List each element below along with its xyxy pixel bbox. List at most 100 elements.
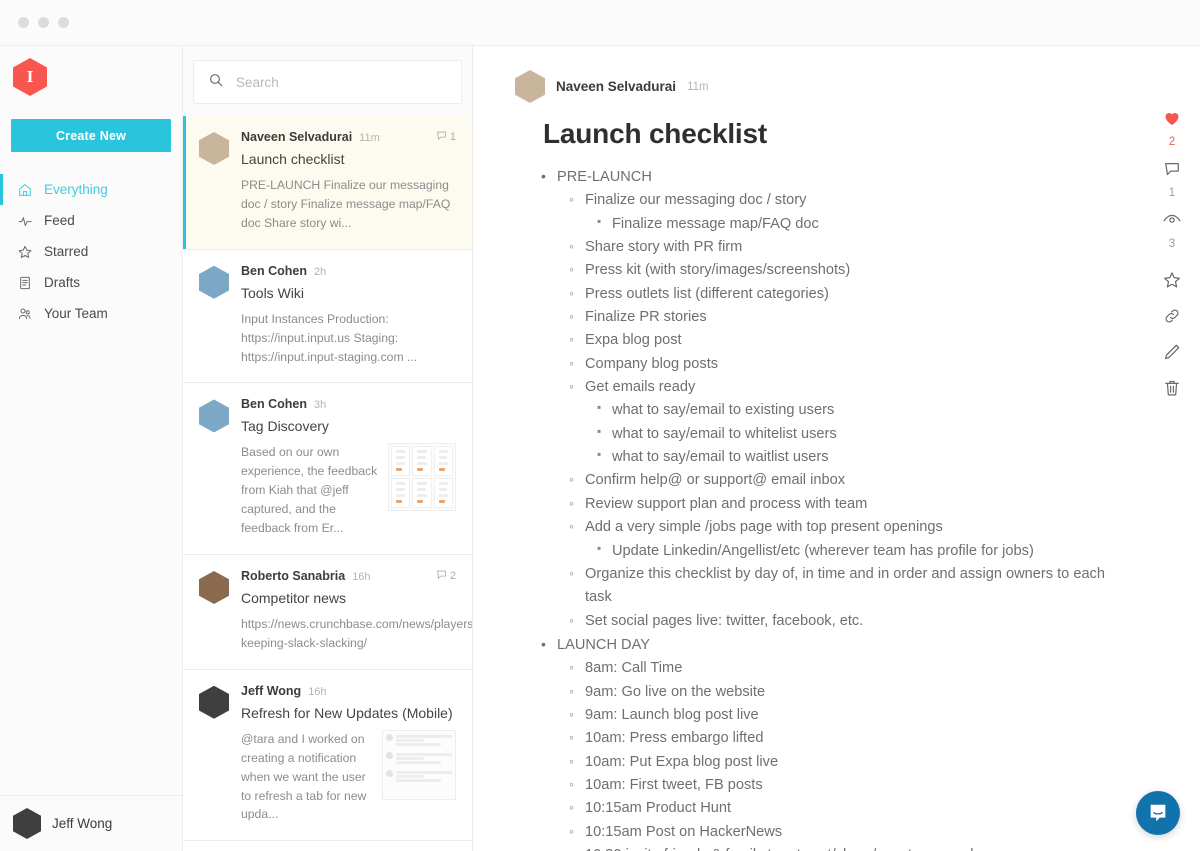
edit-icon [1162,342,1182,367]
outline-item-text: Press kit (with story/images/screenshots… [569,258,850,282]
search-container [183,46,472,116]
people-icon [16,305,33,322]
list-item[interactable]: Ben Cohen 3h Tag Discovery Based on our own… [183,383,472,555]
avatar [13,808,41,839]
sidebar-current-user[interactable]: Jeff Wong [0,795,182,851]
attachment-thumbnail[interactable] [388,443,456,512]
attachment-thumbnail[interactable] [382,729,456,800]
outline-item-text: 10am: Press embargo lifted [569,726,763,750]
comment-action[interactable]: 1 [1150,159,1194,199]
outline-subitem: Update Linkedin/Angellist/etc (wherever … [597,538,1110,563]
comment-icon [436,569,447,583]
outline-item: Confirm help@ or support@ email inbox [569,468,1110,492]
document-timestamp: 11m [687,80,709,93]
list-item-timestamp: 2h [313,265,327,278]
sidebar-item-drafts[interactable]: Drafts [0,267,182,298]
outline-heading: LAUNCH DAY [541,633,650,657]
list-item-title: Tag Discovery [241,418,329,435]
outline-item-text: Company blog posts [569,352,718,376]
sidebar-nav: Everything Feed Starred Drafts Your Team [0,174,182,329]
outline-subitem: what to say/email to existing users [597,398,1110,422]
list-item-title: Refresh for New Updates (Mobile) [241,704,453,721]
list-item-body: https://news.crunchbase.com/news/players… [241,615,472,653]
logo-container[interactable]: I [0,46,182,96]
search-input[interactable] [236,74,447,90]
outline-item-text: 10am: Put Expa blog post live [569,750,778,774]
list-item-timestamp: 16h [352,570,371,583]
list-item[interactable]: Jeff Wong 16h Refresh for New Updates (Mob… [183,669,472,842]
avatar [515,70,545,103]
star-icon [16,243,33,260]
sidebar-item-starred[interactable]: Starred [0,236,182,267]
avatar [199,685,229,719]
list-item[interactable]: Ben Cohen 2h Tools Wiki Input Instances Pro… [183,249,472,384]
sidebar-item-label: Your Team [44,306,108,321]
list-item-body: @tara and I worked on creating a notific… [241,729,456,825]
outline-item: Share story with PR firm [569,235,1110,259]
link-action[interactable] [1150,306,1194,331]
outline-item-text: Set social pages live: twitter, facebook… [569,609,863,633]
list-item-timestamp: 3h [313,399,327,412]
avatar [199,132,229,165]
list-item-body: PRE-LAUNCH Finalize our messaging doc / … [241,176,456,233]
outline-item: Expa blog post [569,328,1110,352]
sidebar-item-your-team[interactable]: Your Team [0,298,182,329]
thumbnail-cell [412,478,432,509]
list-item-snippet: Input Instances Production: https://inpu… [241,311,418,364]
outline-subitem-text: what to say/email to existing users [597,398,834,422]
create-new-button[interactable]: Create New [11,119,171,152]
search-bar[interactable] [193,60,462,104]
outline-item: 10am: Press embargo lifted [569,726,1110,750]
list-item-snippet: PRE-LAUNCH Finalize our messaging doc / … [241,178,451,230]
outline-item-text: 10:15am Product Hunt [569,796,731,820]
views-action[interactable]: 3 [1150,210,1194,250]
outline-item: Press outlets list (different categories… [569,282,1110,306]
list-item-content: Roberto Sanabria 16h 2 Competitor news https… [241,569,472,653]
edit-action[interactable] [1150,342,1194,367]
outline-item-text: 10:15am Post on HackerNews [569,820,782,844]
message-list[interactable]: Naveen Selvadurai 11m 1 Launch checklist PRE… [183,116,472,851]
thumbnail-cell [433,446,453,477]
outline-item-text: Expa blog post [569,328,681,352]
views-count: 3 [1168,238,1176,250]
link-icon [1162,306,1182,331]
outline-item-text: Get emails ready [569,375,695,399]
delete-action[interactable] [1150,378,1194,403]
list-item[interactable]: Jeff Wong16h31Default User Profile Image… [183,841,472,851]
window-maximize-dot[interactable] [58,17,69,28]
app-window: I Create New Everything Feed Starred Drafts… [0,0,1200,851]
avatar [199,399,229,433]
like-action[interactable]: 2 [1150,108,1194,148]
document-body[interactable]: PRE-LAUNCHFinalize our messaging doc / s… [515,165,1110,851]
list-item-author: Naveen Selvadurai [241,130,353,144]
window-close-dot[interactable] [18,17,29,28]
document-pane: Naveen Selvadurai 11m Launch checklist P… [473,46,1200,851]
window-minimize-dot[interactable] [38,17,49,28]
outline-level-2: 8am: Call Time9am: Go live on the websit… [569,656,1110,851]
list-item[interactable]: Roberto Sanabria 16h 2 Competitor news https… [183,554,472,670]
window-titlebar [0,0,1200,46]
app-logo-icon: I [13,58,47,96]
comment-icon [436,130,447,144]
list-item-badges: 2 [436,569,456,583]
outline-item: Finalize PR stories [569,305,1110,329]
sidebar-item-everything[interactable]: Everything [0,174,182,205]
document-content: Naveen Selvadurai 11m Launch checklist P… [473,46,1200,851]
outline-item: Set social pages live: twitter, facebook… [569,609,1110,633]
star-action[interactable] [1150,270,1194,295]
avatar [199,265,229,299]
list-item-content: Ben Cohen 2h Tools Wiki Input Instances Pro… [241,264,456,367]
comment-count: 1 [1168,187,1176,199]
outline-item: 10:15am Product Hunt [569,796,1110,820]
list-item-snippet: @tara and I worked on creating a notific… [241,731,367,822]
outline-heading: PRE-LAUNCH [541,165,652,189]
outline-item: 9am: Go live on the website [569,680,1110,704]
chat-bubble-icon[interactable] [1136,791,1180,835]
outline-item: Get emails readywhat to say/email to exi… [569,375,1110,469]
list-item[interactable]: Naveen Selvadurai 11m 1 Launch checklist PRE… [183,116,472,250]
sidebar-item-feed[interactable]: Feed [0,205,182,236]
outline-item: Press kit (with story/images/screenshots… [569,258,1110,282]
document-title: Launch checklist [543,118,767,149]
outline-level-3: Update Linkedin/Angellist/etc (wherever … [597,538,1110,563]
list-item-badges: 1 [436,130,456,144]
